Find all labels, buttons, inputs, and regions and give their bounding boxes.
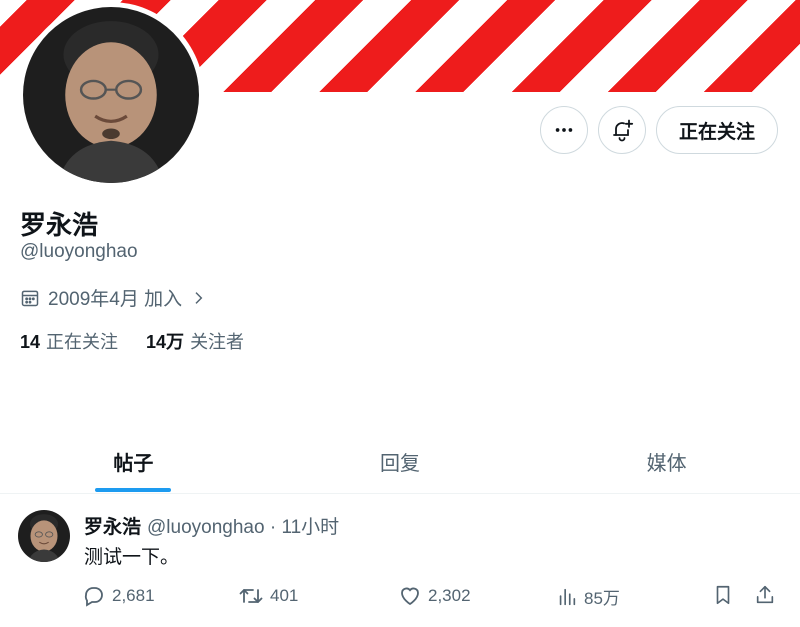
followers-label: 关注者 <box>190 332 245 352</box>
following-count: 14 <box>20 332 41 352</box>
share-icon <box>756 585 774 604</box>
repost-icon <box>239 589 263 603</box>
tab-active-indicator <box>95 488 172 492</box>
post-text: 测试一下。 <box>84 547 180 568</box>
share-button[interactable] <box>754 584 776 606</box>
post-author[interactable]: 罗永浩 <box>84 512 141 539</box>
calendar-icon <box>21 290 39 306</box>
followers-stat[interactable]: 14万 关注者 <box>146 328 244 354</box>
repost-button[interactable]: 401 <box>238 584 298 608</box>
post-item[interactable]: 罗永浩 @luoyonghao · 11小时 测试一下。 2,681 401 2… <box>0 496 800 627</box>
tab-replies[interactable]: 回复 <box>267 430 534 493</box>
tab-posts[interactable]: 帖子 <box>0 430 267 493</box>
reply-button[interactable]: 2,681 <box>82 584 155 608</box>
tab-media[interactable]: 媒体 <box>533 430 800 493</box>
reply-icon <box>84 587 103 607</box>
avatar-image <box>23 7 199 183</box>
post-actions: 2,681 401 2,302 85万 <box>80 584 780 614</box>
views-count: 85万 <box>584 589 620 608</box>
post-avatar[interactable] <box>18 510 70 562</box>
bell-plus-icon <box>613 119 634 142</box>
notify-button[interactable] <box>597 106 646 154</box>
joined-date[interactable]: 2009年4月 加入 <box>20 284 206 311</box>
profile-stats: 14 正在关注 14万 关注者 <box>20 328 244 354</box>
tab-replies-label: 回复 <box>380 453 420 475</box>
post-meta[interactable]: @luoyonghao · 11小时 <box>147 512 339 539</box>
joined-label: 2009年4月 加入 <box>48 289 183 310</box>
profile-actions: 正在关注 <box>539 106 778 154</box>
repost-count: 401 <box>270 586 299 605</box>
views-icon <box>559 588 576 605</box>
bookmark-button[interactable] <box>712 584 734 606</box>
profile-name: 罗永浩 <box>20 210 99 240</box>
like-button[interactable]: 2,302 <box>398 584 471 608</box>
more-button[interactable] <box>539 106 588 154</box>
reply-count: 2,681 <box>112 586 155 605</box>
tab-posts-label: 帖子 <box>113 453 154 475</box>
profile-avatar[interactable] <box>18 2 204 188</box>
profile-tabs: 帖子 回复 媒体 <box>0 430 800 494</box>
like-count: 2,302 <box>428 586 471 605</box>
following-label: 正在关注 <box>46 332 119 352</box>
following-stat[interactable]: 14 正在关注 <box>20 328 118 354</box>
following-button[interactable]: 正在关注 <box>655 106 778 154</box>
like-icon <box>401 587 419 606</box>
post-header: 罗永浩 @luoyonghao · 11小时 <box>84 512 339 539</box>
views-button[interactable]: 85万 <box>556 584 620 609</box>
chevron-right-icon <box>195 291 203 304</box>
profile-handle: @luoyonghao <box>20 241 138 262</box>
tab-media-label: 媒体 <box>646 453 687 475</box>
more-icon <box>555 128 573 132</box>
followers-count: 14万 <box>146 332 185 352</box>
bookmark-icon <box>716 585 730 605</box>
